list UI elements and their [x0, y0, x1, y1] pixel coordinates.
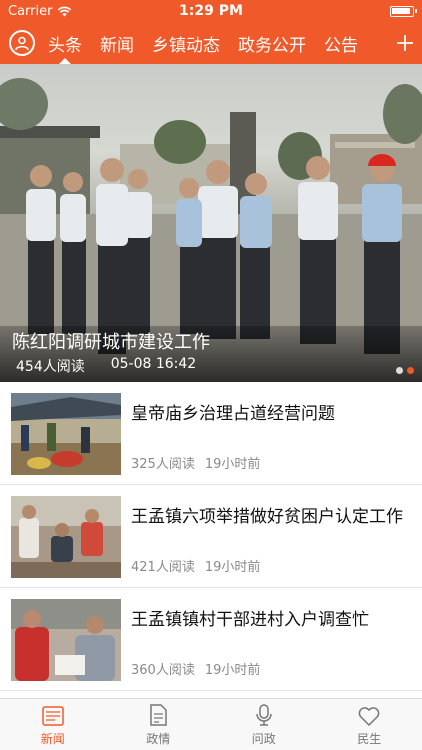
- hero-carousel[interactable]: 陈红阳调研城市建设工作 454人阅读 05-08 16:42: [0, 64, 422, 382]
- hero-caption: 陈红阳调研城市建设工作 454人阅读 05-08 16:42: [0, 326, 422, 382]
- article-thumbnail: [11, 496, 121, 578]
- article-meta: 421人阅读 19小时前: [131, 556, 260, 575]
- heart-icon: [358, 707, 380, 726]
- tabbar-inquiry[interactable]: 问政: [211, 699, 317, 750]
- user-icon: [15, 36, 29, 51]
- hero-meta: 454人阅读 05-08 16:42: [16, 356, 410, 376]
- article-list: 皇帝庙乡治理占道经营问题 325人阅读 19小时前 王孟镇六项举措做好贫困户认定…: [0, 382, 422, 691]
- news-icon: [42, 706, 64, 726]
- hero-title: 陈红阳调研城市建设工作: [12, 332, 210, 353]
- tab-township[interactable]: 乡镇动态: [143, 22, 229, 64]
- hero-time: 05-08 16:42: [110, 356, 197, 372]
- article-meta: 325人阅读 19小时前: [131, 453, 260, 472]
- article-row[interactable]: 王孟镇镇村干部进村入户调查忙 360人阅读 19小时前: [0, 588, 422, 691]
- article-title: 王孟镇镇村干部进村入户调查忙: [131, 610, 369, 630]
- article-time: 19小时前: [204, 560, 261, 575]
- article-title: 王孟镇六项举措做好贫困户认定工作: [131, 507, 403, 527]
- nav-bar: 头条 新闻 乡镇动态 政务公开 公告: [0, 22, 422, 64]
- article-reads: 421人阅读: [131, 560, 195, 575]
- bottom-tab-bar: 新闻 政情 问政 民生: [0, 698, 422, 750]
- carousel-indicator: [396, 367, 414, 374]
- carousel-dot[interactable]: [396, 367, 403, 374]
- carousel-dot[interactable]: [407, 367, 414, 374]
- tabbar-label: 政情: [146, 732, 171, 746]
- article-title: 皇帝庙乡治理占道经营问题: [131, 404, 335, 424]
- battery-icon: [390, 5, 417, 17]
- tab-government-affairs[interactable]: 政务公开: [229, 22, 315, 64]
- article-reads: 325人阅读: [131, 457, 195, 472]
- article-row[interactable]: 王孟镇六项举措做好贫困户认定工作 421人阅读 19小时前: [0, 485, 422, 588]
- document-icon: [150, 704, 167, 726]
- tabbar-label: 新闻: [40, 732, 65, 746]
- tab-news[interactable]: 新闻: [91, 22, 143, 64]
- microphone-icon: [256, 704, 272, 726]
- tabbar-label: 问政: [251, 732, 276, 746]
- article-thumbnail: [11, 599, 121, 681]
- status-bar: Carrier 1:29 PM: [0, 0, 422, 22]
- hero-reads: 454人阅读: [16, 359, 85, 375]
- article-time: 19小时前: [204, 457, 261, 472]
- tabbar-label: 民生: [357, 732, 382, 746]
- tab-announcements[interactable]: 公告: [315, 22, 367, 64]
- tabbar-politics[interactable]: 政情: [106, 699, 212, 750]
- status-left: Carrier: [8, 4, 72, 19]
- plus-icon: [397, 35, 413, 51]
- article-meta: 360人阅读 19小时前: [131, 659, 260, 678]
- tabbar-news[interactable]: 新闻: [0, 699, 106, 750]
- article-row[interactable]: 皇帝庙乡治理占道经营问题 325人阅读 19小时前: [0, 382, 422, 485]
- article-reads: 360人阅读: [131, 663, 195, 678]
- article-time: 19小时前: [204, 663, 261, 678]
- tab-headlines[interactable]: 头条: [39, 22, 91, 64]
- wifi-icon: [58, 6, 72, 16]
- article-thumbnail: [11, 393, 121, 475]
- add-channel-button[interactable]: [388, 22, 422, 64]
- carrier-label: Carrier: [8, 3, 53, 19]
- tabbar-livelihood[interactable]: 民生: [317, 699, 422, 750]
- channel-tabs: 头条 新闻 乡镇动态 政务公开 公告: [39, 22, 388, 64]
- user-button[interactable]: [9, 30, 35, 56]
